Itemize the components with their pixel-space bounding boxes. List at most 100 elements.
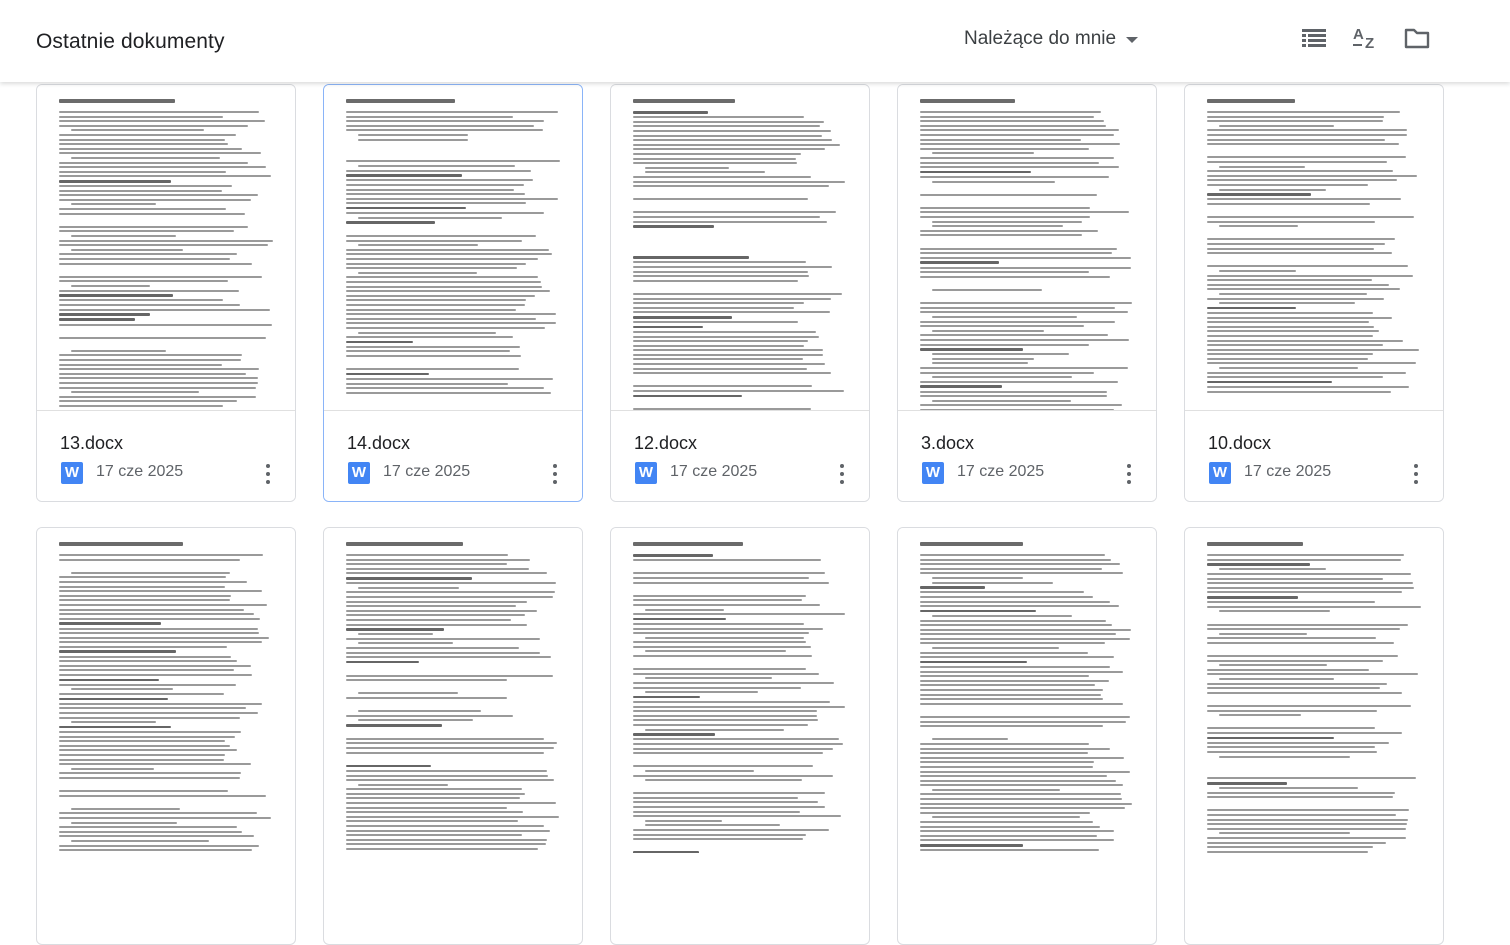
thumbnail-text-line [920,642,1105,644]
thumbnail-text-line [71,572,230,574]
thumbnail-text-line [932,225,1063,227]
document-card[interactable]: 14.docx W 17 cze 2025 [323,84,583,502]
more-options-icon[interactable] [833,461,851,487]
document-card[interactable] [323,527,583,945]
thumbnail-text-line [920,830,1114,832]
thumbnail-text-line [633,660,847,666]
thumbnail-text-line [1207,573,1411,575]
thumbnail-text-line [59,364,222,366]
document-card[interactable] [36,527,296,945]
thumbnail-text-line [59,845,259,847]
thumbnail-text-line [59,674,252,676]
thumbnail-text-line [346,299,526,301]
thumbnail-text-line [1207,737,1334,740]
thumbnail-text-line [59,660,237,662]
thumbnail-text-line [633,385,812,387]
thumbnail-text-line [71,768,154,770]
thumbnail-text-line [932,289,1042,291]
thumbnail-page-preview [59,542,273,853]
thumbnail-text-line [59,740,225,742]
thumbnail-text-line [59,400,237,402]
document-info: 12.docx W 17 cze 2025 [611,410,869,502]
document-card[interactable]: 12.docx W 17 cze 2025 [610,84,870,502]
thumbnail-text-line [633,162,797,164]
more-options-icon[interactable] [546,461,564,487]
document-card[interactable]: 10.docx W 17 cze 2025 [1184,84,1444,502]
thumbnail-page-preview [633,542,847,853]
thumbnail-text-line [1219,270,1296,272]
thumbnail-text-line [71,808,180,810]
document-thumbnail [324,85,582,410]
thumbnail-text-line [1207,358,1368,360]
thumbnail-text-line [346,221,435,224]
document-card[interactable]: 13.docx W 17 cze 2025 [36,84,296,502]
thumbnail-text-line [1207,687,1380,689]
thumbnail-text-line [920,325,1084,327]
thumbnail-text-line [59,368,259,370]
thumbnail-text-line [633,293,842,295]
more-options-icon[interactable] [259,461,277,487]
thumbnail-text-line [1219,714,1301,716]
thumbnail-text-line [1207,134,1407,136]
thumbnail-text-line [71,285,150,287]
thumbnail-text-line [1207,814,1396,816]
document-card[interactable] [610,527,870,945]
thumbnail-text-line [920,129,1119,131]
word-doc-icon: W [922,462,944,484]
sort-az-icon[interactable]: A Z [1351,24,1379,52]
thumbnail-text-line [346,610,537,612]
document-thumbnail [1185,85,1443,410]
thumbnail-text-line [346,189,514,191]
thumbnail-text-line [633,148,825,150]
thumbnail-text-line [59,396,256,398]
thumbnail-text-line [920,311,1128,313]
thumbnail-text-line [59,745,230,747]
thumbnail-text-line [920,171,1031,174]
thumbnail-text-line [59,812,257,814]
thumbnail-text-line [1207,846,1373,848]
thumbnail-text-line [346,120,544,122]
thumbnail-text-line [633,130,831,132]
thumbnail-text-line [1207,673,1418,675]
owner-filter-dropdown[interactable]: Należące do mnie [964,26,1138,52]
thumbnail-text-line [633,682,834,684]
thumbnail-text-line [59,763,251,765]
thumbnail-text-line [71,391,199,393]
thumbnail-text-line [920,771,1130,773]
thumbnail-text-line [346,765,431,768]
document-card[interactable] [897,527,1157,945]
thumbnail-text-line [920,761,1094,763]
thumbnail-text-line [633,239,847,245]
thumbnail-text-line [59,559,240,561]
thumbnail-text-line [633,577,809,579]
list-view-icon[interactable] [1300,24,1328,52]
thumbnail-text-line [920,261,999,264]
thumbnail-text-line [59,253,237,255]
thumbnail-text-line [920,257,1131,259]
folder-icon[interactable] [1403,24,1431,52]
more-options-icon[interactable] [1120,461,1138,487]
more-options-icon[interactable] [1407,461,1425,487]
thumbnail-text-line [633,715,817,717]
thumbnail-heading-line [59,99,175,103]
document-card[interactable] [1184,527,1444,945]
thumbnail-text-line [1207,376,1383,378]
thumbnail-text-line [920,148,1089,150]
thumbnail-text-line [1207,298,1384,300]
thumbnail-text-line [1207,559,1401,561]
thumbnail-page-preview [920,99,1134,410]
thumbnail-text-line [1219,302,1355,304]
thumbnail-text-line [346,614,525,616]
thumbnail-text-line [346,848,538,850]
thumbnail-text-line [920,849,1099,851]
thumbnail-text-line [1207,782,1287,785]
document-card[interactable]: 3.docx W 17 cze 2025 [897,84,1157,502]
thumbnail-text-line [1207,842,1386,844]
thumbnail-text-line [633,564,847,570]
thumbnail-text-line [633,792,825,794]
thumbnail-text-line [920,620,1106,622]
thumbnail-text-line [920,339,1129,341]
thumbnail-text-line [346,322,556,324]
thumbnail-text-line [633,326,703,329]
thumbnail-text-line [59,590,262,592]
